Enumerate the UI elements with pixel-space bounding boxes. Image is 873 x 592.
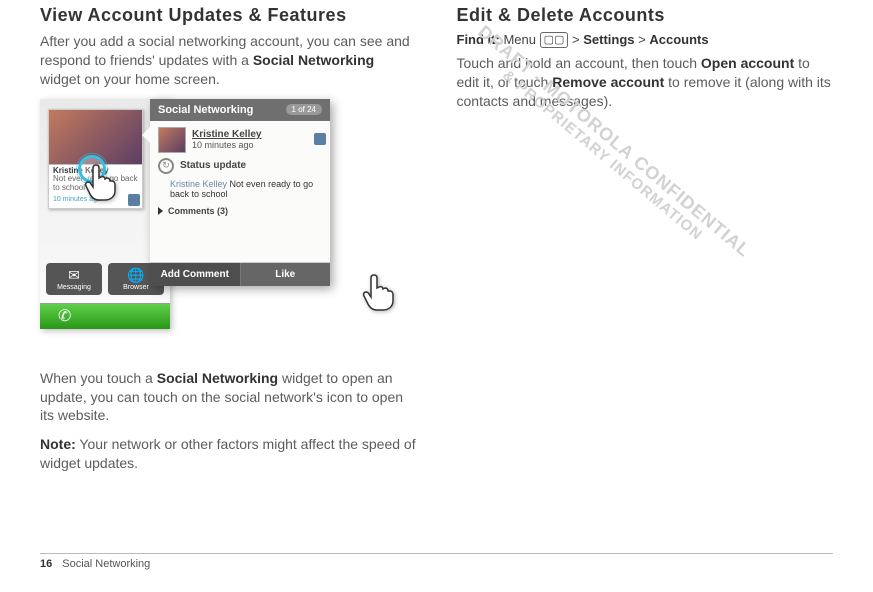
find-menu: Menu	[503, 32, 536, 47]
tap-bold: Social Networking	[157, 370, 278, 386]
social-popup: Social Networking 1 of 24 Kristine Kelle…	[150, 99, 330, 287]
footer-title: Social Networking	[62, 558, 150, 570]
tap-a: When you touch a	[40, 370, 157, 386]
sep1: >	[572, 32, 580, 47]
add-comment-button[interactable]: Add Comment	[150, 263, 240, 286]
avatar	[158, 127, 186, 153]
network-icon[interactable]	[314, 133, 326, 145]
post-text: Kristine Kelley Not even ready to go bac…	[158, 179, 322, 201]
hand-icon	[82, 161, 118, 201]
phone-screenshot: Kristine Kelley Not even ready go back t…	[40, 99, 350, 359]
find-settings: Settings	[583, 32, 634, 47]
popup-counter: 1 of 24	[286, 104, 322, 115]
right-heading: Edit & Delete Accounts	[457, 5, 834, 26]
popup-header: Social Networking 1 of 24	[150, 99, 330, 121]
left-intro: After you add a social networking accoun…	[40, 32, 417, 89]
status-update-label: Status update	[180, 160, 246, 171]
note-text: Note: Your network or other factors migh…	[40, 435, 417, 473]
find-label: Find it:	[457, 32, 500, 47]
page-number: 16	[40, 558, 52, 570]
popup-pointer-icon	[142, 127, 150, 143]
post-author: Kristine Kelley	[170, 179, 227, 189]
phone-icon: ✆	[58, 306, 71, 326]
messaging-app[interactable]: ✉Messaging	[46, 263, 102, 295]
messaging-label: Messaging	[57, 284, 91, 291]
network-icon[interactable]	[128, 194, 140, 206]
triangle-icon	[158, 207, 163, 215]
rb-b2: Remove account	[552, 74, 664, 90]
refresh-icon: ↻	[158, 158, 174, 174]
comments-label: Comments (3)	[168, 206, 228, 216]
like-button[interactable]: Like	[240, 263, 331, 286]
globe-icon: 🌐	[127, 267, 144, 284]
popup-title: Social Networking	[158, 104, 253, 116]
popup-name[interactable]: Kristine Kelley	[192, 129, 261, 140]
left-intro-bold: Social Networking	[253, 52, 374, 68]
hand-icon	[360, 271, 396, 311]
find-it-line: Find it: Menu ▢▢ > Settings > Accounts	[457, 32, 834, 48]
right-body: Touch and hold an account, then touch Op…	[457, 54, 834, 111]
rb-b1: Open account	[701, 55, 794, 71]
comments-row[interactable]: Comments (3)	[158, 206, 322, 216]
dialer-bar[interactable]: ✆	[40, 303, 170, 329]
menu-key-icon: ▢▢	[540, 32, 569, 48]
popup-time: 10 minutes ago	[192, 140, 261, 150]
note-body: Your network or other factors might affe…	[40, 436, 416, 471]
note-label: Note:	[40, 436, 76, 452]
browser-label: Browser	[123, 284, 149, 291]
left-heading: View Account Updates & Features	[40, 5, 417, 26]
tap-text: When you touch a Social Networking widge…	[40, 369, 417, 426]
sep2: >	[638, 32, 646, 47]
rb-a: Touch and hold an account, then touch	[457, 55, 701, 71]
left-intro-c: widget on your home screen.	[40, 71, 220, 87]
envelope-icon: ✉	[68, 267, 80, 284]
find-accounts: Accounts	[649, 32, 708, 47]
page-footer: 16 Social Networking	[0, 553, 873, 570]
